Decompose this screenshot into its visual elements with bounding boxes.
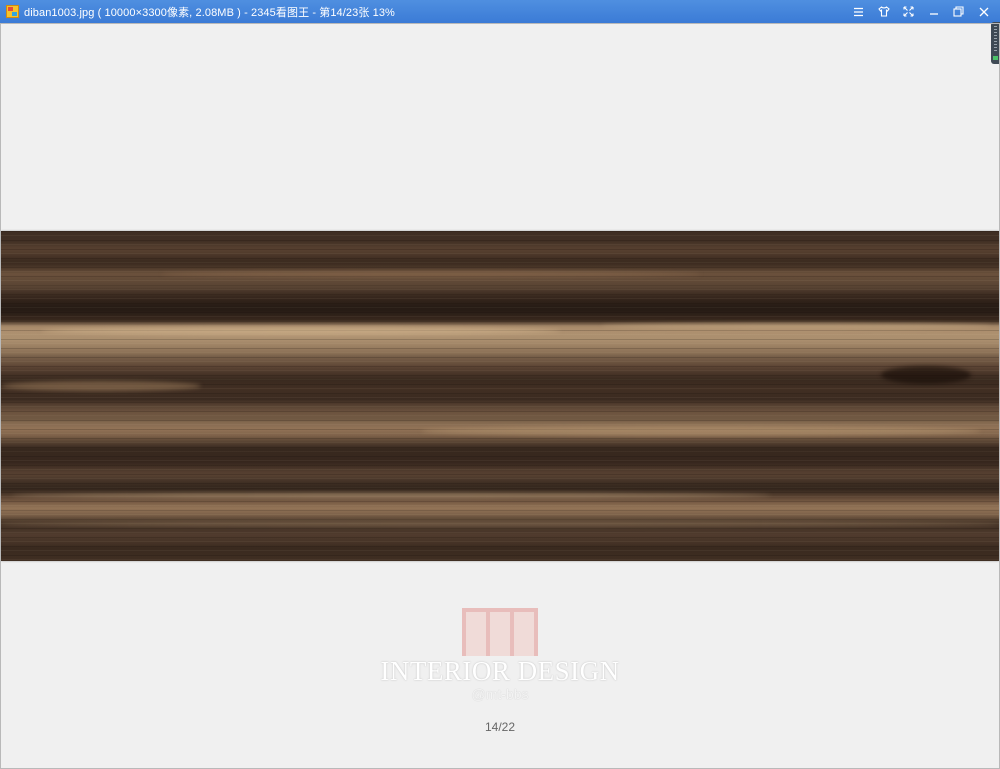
wood-grain-streak [41, 327, 561, 335]
watermark: INTERIOR DESIGN @mt-bbs [380, 606, 620, 706]
wood-grain-streak [11, 493, 771, 498]
side-panel-handle[interactable] [991, 22, 1000, 64]
wood-grain-streak [1, 381, 201, 391]
wood-knot [881, 366, 971, 384]
page-indicator: 14/22 [484, 720, 516, 734]
close-icon[interactable] [971, 0, 996, 23]
wood-grain-streak [1, 521, 999, 527]
window-controls [846, 0, 996, 23]
wood-grain-streak [601, 323, 991, 329]
restore-icon[interactable] [946, 0, 971, 23]
app-icon [6, 5, 19, 18]
watermark-title: INTERIOR DESIGN [380, 656, 620, 686]
minimize-icon[interactable] [921, 0, 946, 23]
wood-grain-streak [421, 426, 981, 436]
mt-logo-icon [462, 608, 538, 656]
wood-texture-image[interactable] [1, 231, 999, 561]
watermark-subtitle: @mt-bbs [471, 686, 529, 702]
wood-grain-streak [161, 271, 701, 277]
skin-icon[interactable] [871, 0, 896, 23]
window-title: diban1003.jpg ( 10000×3300像素, 2.08MB ) -… [24, 6, 395, 19]
menu-icon[interactable] [846, 0, 871, 23]
fullscreen-icon[interactable] [896, 0, 921, 23]
title-bar: diban1003.jpg ( 10000×3300像素, 2.08MB ) -… [0, 0, 1000, 23]
